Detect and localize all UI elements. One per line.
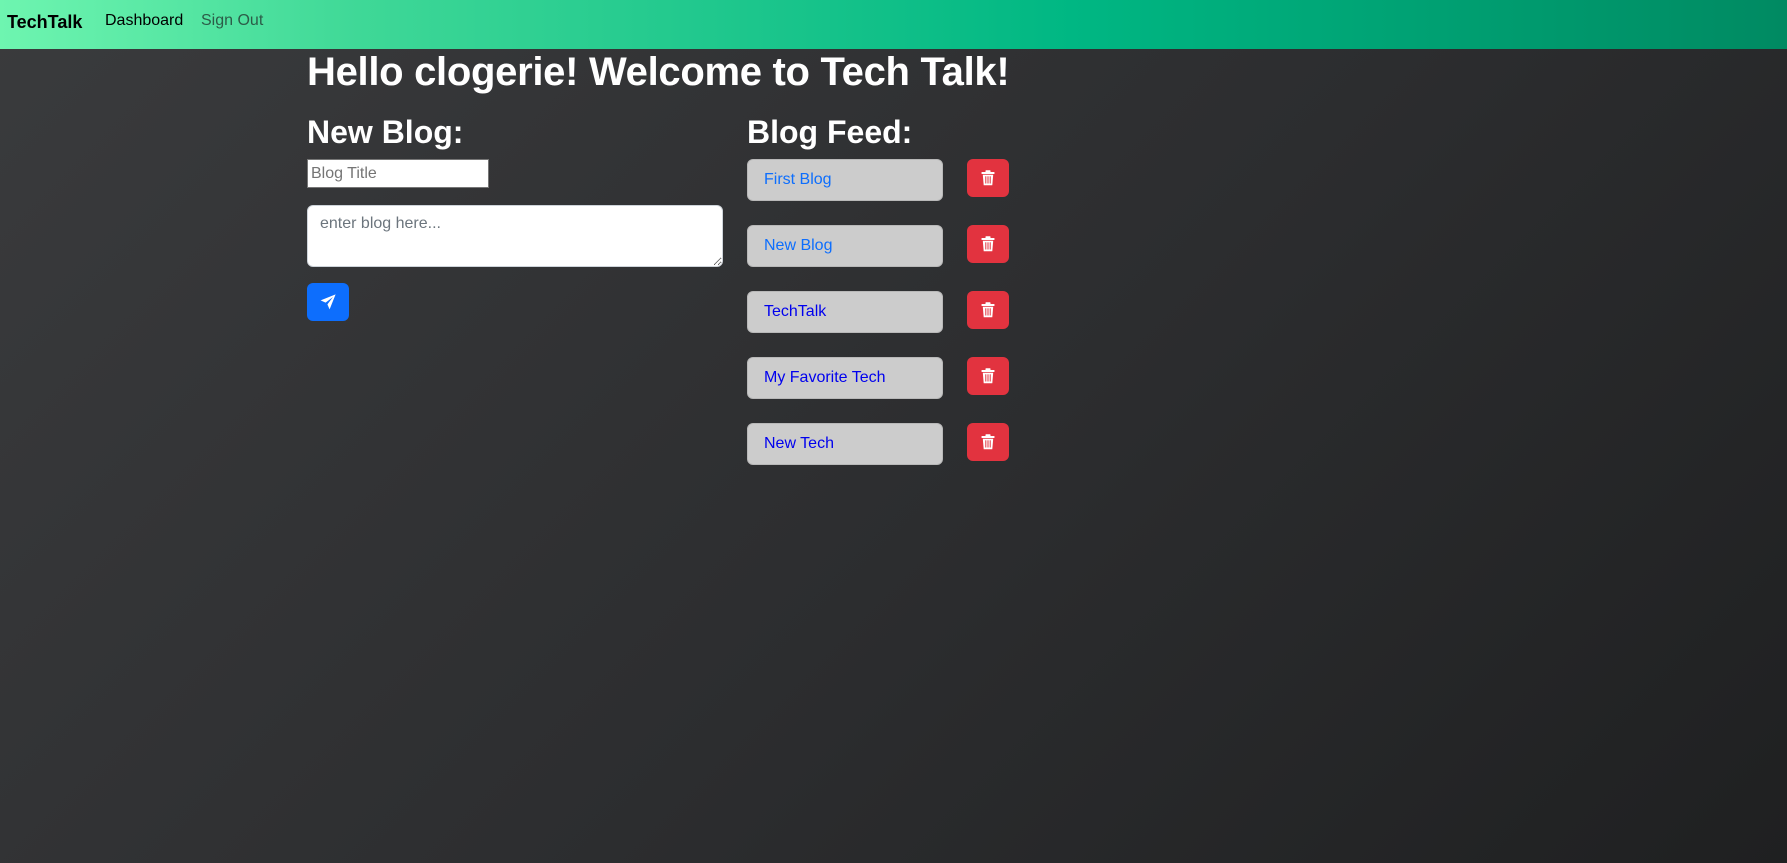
submit-blog-button[interactable] [307, 283, 349, 321]
blog-body-textarea[interactable] [307, 205, 723, 267]
nav-dashboard-link[interactable]: Dashboard [105, 12, 183, 30]
new-blog-heading: New Blog: [307, 114, 464, 150]
delete-blog-button[interactable] [967, 291, 1009, 329]
blog-feed-heading: Blog Feed: [747, 114, 913, 150]
delete-blog-button[interactable] [967, 225, 1009, 263]
delete-blog-button[interactable] [967, 159, 1009, 197]
blog-feed-item[interactable]: First Blog [747, 159, 943, 201]
blog-title-input[interactable] [307, 159, 489, 188]
blog-feed-item[interactable]: New Blog [747, 225, 943, 267]
delete-blog-button[interactable] [967, 423, 1009, 461]
trash-icon [981, 302, 995, 318]
trash-icon [981, 170, 995, 186]
welcome-heading: Hello clogerie! Welcome to Tech Talk! [307, 50, 1010, 94]
send-icon [320, 294, 336, 310]
brand-link[interactable]: TechTalk [7, 12, 82, 33]
trash-icon [981, 236, 995, 252]
trash-icon [981, 434, 995, 450]
blog-feed-item[interactable]: TechTalk [747, 291, 943, 333]
nav-sign-out-link[interactable]: Sign Out [201, 12, 263, 30]
navbar: TechTalk Dashboard Sign Out [0, 0, 1787, 49]
blog-feed-item[interactable]: New Tech [747, 423, 943, 465]
trash-icon [981, 368, 995, 384]
delete-blog-button[interactable] [967, 357, 1009, 395]
blog-feed-item[interactable]: My Favorite Tech [747, 357, 943, 399]
